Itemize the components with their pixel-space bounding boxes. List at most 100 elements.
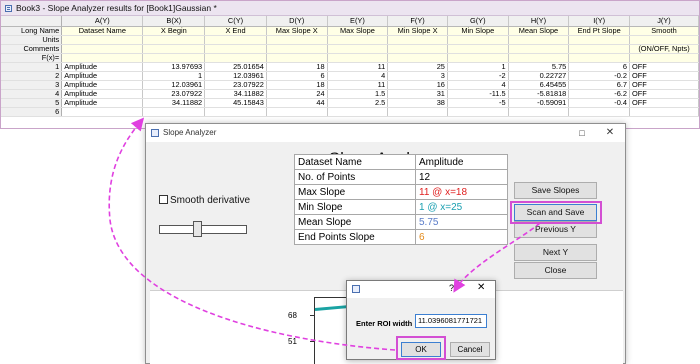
table-cell[interactable] <box>447 107 509 117</box>
table-cell[interactable]: 18 <box>266 62 328 72</box>
table-cell[interactable]: 34.11882 <box>204 89 267 99</box>
roi-titlebar[interactable]: ? ✕ <box>347 281 495 298</box>
long-name-cell[interactable]: Max Slope X <box>266 26 328 36</box>
table-cell[interactable]: 12.03961 <box>204 71 267 81</box>
column-header[interactable]: B(X) <box>142 16 206 27</box>
long-name-cell[interactable]: Mean Slope <box>508 26 570 36</box>
table-cell[interactable]: 11 <box>327 80 389 90</box>
units-cell[interactable] <box>568 35 630 45</box>
table-cell[interactable]: -0.4 <box>568 98 630 108</box>
table-cell[interactable]: 6 <box>568 62 630 72</box>
table-cell[interactable]: 23.07922 <box>142 89 206 99</box>
table-cell[interactable]: -5 <box>447 98 509 108</box>
table-cell[interactable]: Amplitude <box>61 71 144 81</box>
cancel-button[interactable]: Cancel <box>450 342 490 357</box>
table-cell[interactable]: 18 <box>266 80 328 90</box>
table-cell[interactable]: -6.2 <box>568 89 630 99</box>
table-cell[interactable]: 23.07922 <box>204 80 267 90</box>
units-cell[interactable] <box>327 35 389 45</box>
row-header-units[interactable]: Units <box>1 35 63 45</box>
table-cell[interactable]: -0.2 <box>568 71 630 81</box>
comments-cell[interactable] <box>508 44 570 54</box>
table-cell[interactable]: 31 <box>387 89 448 99</box>
units-cell[interactable] <box>266 35 328 45</box>
table-cell[interactable]: 6 <box>266 71 328 81</box>
corner-cell[interactable] <box>1 16 63 27</box>
long-name-cell[interactable]: Min Slope <box>447 26 509 36</box>
table-cell[interactable]: 38 <box>387 98 448 108</box>
column-header[interactable]: H(Y) <box>508 16 570 27</box>
comments-cell[interactable] <box>204 44 267 54</box>
table-cell[interactable] <box>327 107 389 117</box>
units-cell[interactable] <box>142 35 206 45</box>
table-cell[interactable] <box>204 107 267 117</box>
fx-cell[interactable] <box>387 53 448 63</box>
table-cell[interactable]: 12.03961 <box>142 80 206 90</box>
long-name-cell[interactable]: X Begin <box>142 26 206 36</box>
fx-cell[interactable] <box>61 53 144 63</box>
table-cell[interactable] <box>61 107 144 117</box>
long-name-cell[interactable]: Dataset Name <box>61 26 144 36</box>
comments-cell[interactable] <box>568 44 630 54</box>
fx-cell[interactable] <box>629 53 699 63</box>
table-cell[interactable]: 3 <box>387 71 448 81</box>
fx-cell[interactable] <box>142 53 206 63</box>
analyzer-titlebar[interactable]: Slope Analyzer □ ✕ <box>146 124 625 142</box>
comments-cell[interactable] <box>447 44 509 54</box>
table-cell[interactable]: 0.22727 <box>508 71 570 81</box>
long-name-cell[interactable]: Smooth <box>629 26 699 36</box>
column-header[interactable]: F(Y) <box>387 16 448 27</box>
table-cell[interactable]: OFF <box>629 62 699 72</box>
table-cell[interactable]: 25 <box>387 62 448 72</box>
units-cell[interactable] <box>387 35 448 45</box>
fx-cell[interactable] <box>327 53 389 63</box>
fx-cell[interactable] <box>204 53 267 63</box>
close-icon[interactable]: ✕ <box>602 126 618 140</box>
table-cell[interactable]: 45.15843 <box>204 98 267 108</box>
table-cell[interactable]: 13.97693 <box>142 62 206 72</box>
comments-cell[interactable] <box>266 44 328 54</box>
column-header[interactable]: J(Y) <box>629 16 699 27</box>
close-button[interactable]: Close <box>514 262 597 279</box>
fx-cell[interactable] <box>568 53 630 63</box>
fx-cell[interactable] <box>508 53 570 63</box>
table-cell[interactable]: 6.45455 <box>508 80 570 90</box>
table-cell[interactable]: 34.11882 <box>142 98 206 108</box>
fx-cell[interactable] <box>447 53 509 63</box>
maximize-icon[interactable]: □ <box>574 126 590 140</box>
table-cell[interactable]: OFF <box>629 80 699 90</box>
comments-cell[interactable] <box>142 44 206 54</box>
table-cell[interactable]: OFF <box>629 89 699 99</box>
comments-cell[interactable] <box>327 44 389 54</box>
worksheet-grid[interactable]: A(Y) B(X) C(Y) D(Y) E(Y) F(Y) G(Y) H(Y) … <box>1 16 699 117</box>
table-cell[interactable]: -5.81818 <box>508 89 570 99</box>
units-cell[interactable] <box>629 35 699 45</box>
close-icon[interactable]: ✕ <box>477 282 485 293</box>
units-cell[interactable] <box>61 35 144 45</box>
workbook-titlebar[interactable]: Book3 - Slope Analyzer results for [Book… <box>1 1 699 16</box>
roi-width-input[interactable]: 11.0396081771721 <box>415 314 487 328</box>
column-header[interactable]: E(Y) <box>327 16 389 27</box>
units-cell[interactable] <box>447 35 509 45</box>
table-cell[interactable]: 44 <box>266 98 328 108</box>
table-cell[interactable]: 2.5 <box>327 98 389 108</box>
table-cell[interactable]: -11.5 <box>447 89 509 99</box>
long-name-cell[interactable]: Max Slope <box>327 26 389 36</box>
next-y-button[interactable]: Next Y <box>514 244 597 261</box>
table-cell[interactable]: OFF <box>629 98 699 108</box>
checkbox-box[interactable] <box>159 195 168 204</box>
table-cell[interactable]: -0.59091 <box>508 98 570 108</box>
long-name-cell[interactable]: End Pt Slope <box>568 26 630 36</box>
table-cell[interactable] <box>266 107 328 117</box>
row-number[interactable]: 5 <box>1 98 63 108</box>
table-cell[interactable]: -2 <box>447 71 509 81</box>
row-number[interactable]: 3 <box>1 80 63 90</box>
table-cell[interactable]: OFF <box>629 71 699 81</box>
table-cell[interactable] <box>387 107 448 117</box>
table-cell[interactable]: 11 <box>327 62 389 72</box>
row-header-long-name[interactable]: Long Name <box>1 26 63 36</box>
table-cell[interactable]: 5.75 <box>508 62 570 72</box>
save-slopes-button[interactable]: Save Slopes <box>514 182 597 199</box>
row-number[interactable]: 4 <box>1 89 63 99</box>
table-cell[interactable]: 1 <box>142 71 206 81</box>
